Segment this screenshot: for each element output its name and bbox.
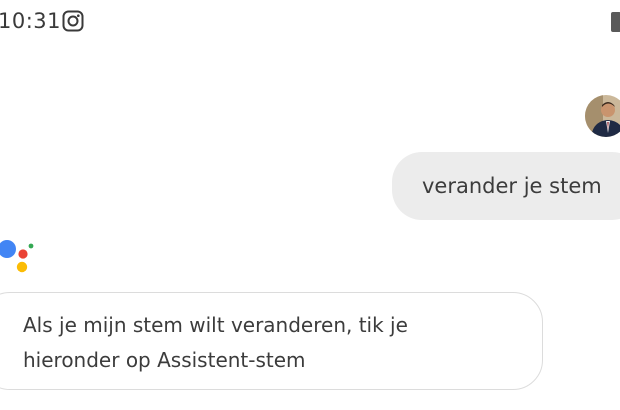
assistant-reply-bubble: Als je mijn stem wilt veranderen, tik je… xyxy=(0,292,543,390)
battery-icon xyxy=(611,12,620,32)
assistant-screen: 10:31 verander je stem Als je mijn stem … xyxy=(0,0,620,410)
status-time: 10:31 xyxy=(0,9,62,33)
user-message-bubble: verander je stem xyxy=(392,152,620,220)
assistant-reply-line-2: hieronder op Assistent-stem xyxy=(23,348,306,372)
user-message-text: verander je stem xyxy=(422,174,602,198)
google-assistant-logo xyxy=(0,240,34,273)
assistant-reply-line-1: Als je mijn stem wilt veranderen, tik je xyxy=(23,313,408,337)
instagram-icon xyxy=(62,10,84,32)
user-avatar[interactable] xyxy=(585,95,620,137)
